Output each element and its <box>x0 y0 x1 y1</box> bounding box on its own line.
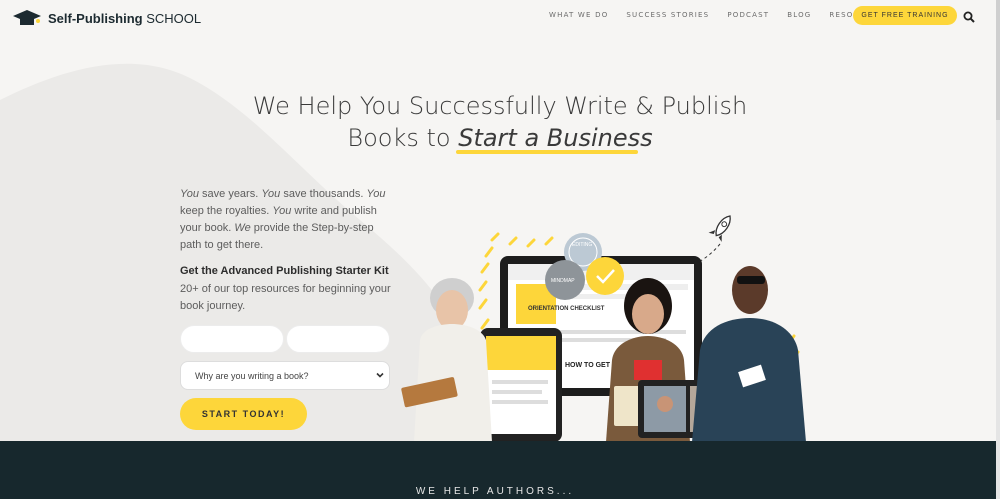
logo-text: Self-Publishing SCHOOL <box>48 10 202 26</box>
we-help-authors-heading: WE HELP AUTHORS... <box>415 486 575 497</box>
search-icon[interactable] <box>963 11 975 23</box>
starter-kit-title: Get the Advanced Publishing Starter Kit <box>180 265 389 277</box>
svg-text:MINDMAP: MINDMAP <box>551 278 575 284</box>
get-free-training-button[interactable]: GET FREE TRAINING <box>853 6 957 25</box>
scrollbar[interactable] <box>996 0 1000 499</box>
select-value: Why are you writing a book? <box>195 370 309 381</box>
checkmark-badge <box>586 257 624 295</box>
hero-title-line-1: We Help You Successfully Write & Publish <box>252 92 748 120</box>
site-logo[interactable]: Self-Publishing SCHOOL <box>12 8 201 28</box>
chevron-down-icon <box>376 372 384 378</box>
rocket-icon <box>708 215 731 242</box>
nav-success-stories[interactable]: SUCCESS STORIES <box>626 11 709 19</box>
hero-title-emphasis: Start a Business <box>458 124 653 152</box>
tablet-device <box>480 328 562 442</box>
site-header: Self-Publishing SCHOOL WHAT WE DO SUCCES… <box>0 0 1000 36</box>
intro-paragraph: You save years. You save thousands. You … <box>180 188 386 251</box>
writing-reason-select[interactable]: Why are you writing a book? <box>180 361 390 390</box>
nav-blog[interactable]: BLOG <box>787 11 811 19</box>
nav-what-we-do[interactable]: WHAT WE DO <box>549 11 608 19</box>
hero-title: We Help You Successfully Write & Publish… <box>200 90 800 154</box>
starter-kit-description: 20+ of our top resources for beginning y… <box>180 283 391 312</box>
email-input[interactable] <box>286 325 390 353</box>
title-underline <box>456 150 638 154</box>
scrollbar-thumb[interactable] <box>996 0 1000 120</box>
mindmap-badge: MINDMAP <box>545 260 585 300</box>
nav-podcast[interactable]: PODCAST <box>727 11 769 19</box>
start-today-button[interactable]: START TODAY! <box>180 398 307 430</box>
elderly-woman-with-book <box>401 278 492 442</box>
orientation-checklist-label: ORIENTATION CHECKLIST <box>528 306 605 312</box>
svg-text:EDITING: EDITING <box>572 242 592 248</box>
man-with-sunglasses <box>692 266 806 442</box>
main-nav: WHAT WE DO SUCCESS STORIES PODCAST BLOG … <box>549 11 883 19</box>
first-name-input[interactable] <box>180 325 284 353</box>
graduation-cap-icon <box>13 10 41 25</box>
hero-illustration: ORIENTATION CHECKLIST HOW TO GET SUPPORT… <box>401 215 806 442</box>
